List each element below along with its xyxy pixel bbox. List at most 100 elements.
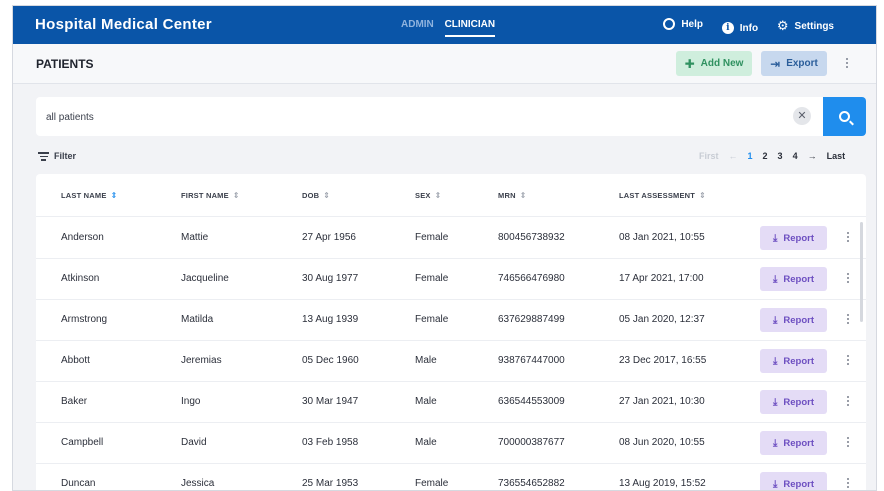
- last-name-cell: Duncan: [61, 478, 96, 489]
- mrn-cell: 800456738932: [498, 232, 565, 243]
- gear-icon: ⚙: [776, 18, 789, 33]
- app-title: Hospital Medical Center: [35, 16, 212, 33]
- page-title: PATIENTS: [36, 57, 94, 71]
- last-assessment-cell: 05 Jan 2020, 12:37: [619, 314, 705, 325]
- last-assessment-cell: 23 Dec 2017, 16:55: [619, 355, 707, 366]
- page-header: PATIENTS ✚ Add New ⇥ Export: [13, 44, 876, 84]
- last-assessment-cell: 08 Jun 2020, 10:55: [619, 437, 705, 448]
- page-last[interactable]: Last: [827, 151, 846, 161]
- dob-cell: 03 Feb 1958: [302, 437, 359, 448]
- mrn-cell: 636544553009: [498, 396, 565, 407]
- table-row[interactable]: Anderson Mattie 27 Apr 1956 Female 80045…: [36, 218, 866, 259]
- top-nav: Help i Info ⚙ Settings: [647, 18, 834, 34]
- report-button[interactable]: ⤓ Report: [760, 226, 827, 250]
- first-name-cell: Mattie: [181, 232, 209, 243]
- sex-cell: Female: [415, 478, 449, 489]
- report-button[interactable]: ⤓ Report: [760, 349, 827, 373]
- first-name-cell: Jessica: [181, 478, 215, 489]
- search-button[interactable]: [823, 97, 866, 136]
- clear-search-icon[interactable]: ✕: [793, 107, 811, 125]
- pagination: First ← 1 2 3 4 → Last: [699, 151, 845, 161]
- next-page-icon[interactable]: →: [808, 151, 817, 161]
- dob-cell: 30 Aug 1977: [302, 273, 359, 284]
- settings-link[interactable]: ⚙ Settings: [776, 18, 834, 33]
- sex-cell: Female: [415, 232, 449, 243]
- export-label: Export: [786, 58, 818, 69]
- dob-cell: 25 Mar 1953: [302, 478, 359, 489]
- globe-icon: [663, 18, 676, 30]
- last-name-cell: Armstrong: [61, 314, 108, 325]
- help-link[interactable]: Help: [663, 18, 703, 30]
- table-row[interactable]: Campbell David 03 Feb 1958 Male 70000038…: [36, 423, 866, 464]
- export-button[interactable]: ⇥ Export: [761, 51, 827, 76]
- last-assessment-cell: 13 Aug 2019, 15:52: [619, 478, 706, 489]
- page-3[interactable]: 3: [778, 151, 783, 161]
- sort-icon: ⇕: [323, 191, 331, 200]
- first-name-cell: Jeremias: [181, 355, 222, 366]
- col-first-name[interactable]: FIRST NAME ⇕: [181, 191, 240, 200]
- sex-cell: Male: [415, 437, 437, 448]
- page-4[interactable]: 4: [793, 151, 798, 161]
- report-button[interactable]: ⤓ Report: [760, 431, 827, 455]
- table-row[interactable]: Baker Ingo 30 Mar 1947 Male 636544553009…: [36, 382, 866, 423]
- download-icon: ⤓: [772, 273, 778, 285]
- sex-cell: Female: [415, 273, 449, 284]
- download-icon: ⤓: [772, 396, 778, 408]
- sex-cell: Female: [415, 314, 449, 325]
- download-icon: ⤓: [772, 232, 778, 244]
- last-assessment-cell: 27 Jan 2021, 10:30: [619, 396, 705, 407]
- first-name-cell: David: [181, 437, 207, 448]
- page-2[interactable]: 2: [763, 151, 768, 161]
- prev-page-icon[interactable]: ←: [729, 151, 738, 161]
- page-1[interactable]: 1: [748, 151, 753, 161]
- sort-icon: ⇕: [110, 191, 118, 200]
- search-bar: ✕: [36, 97, 866, 136]
- help-label: Help: [681, 18, 703, 30]
- table-row[interactable]: Duncan Jessica 25 Mar 1953 Female 736554…: [36, 464, 866, 490]
- col-sex[interactable]: SEX ⇕: [415, 191, 442, 200]
- table-row[interactable]: Atkinson Jacqueline 30 Aug 1977 Female 7…: [36, 259, 866, 300]
- tab-clinician[interactable]: CLINICIAN: [444, 19, 495, 37]
- last-assessment-cell: 17 Apr 2021, 17:00: [619, 273, 704, 284]
- row-more-icon[interactable]: [843, 231, 853, 243]
- table-header: LAST NAME ⇕ FIRST NAME ⇕ DOB ⇕ SEX ⇕ MRN ⇕ LA…: [36, 174, 866, 217]
- row-more-icon[interactable]: [843, 354, 853, 366]
- col-last-assessment[interactable]: LAST ASSESSMENT ⇕: [619, 191, 706, 200]
- app-window: Hospital Medical Center ADMIN CLINICIAN …: [12, 5, 877, 491]
- table-row[interactable]: Armstrong Matilda 13 Aug 1939 Female 637…: [36, 300, 866, 341]
- dob-cell: 13 Aug 1939: [302, 314, 359, 325]
- row-more-icon[interactable]: [843, 436, 853, 448]
- row-more-icon[interactable]: [843, 395, 853, 407]
- tab-admin[interactable]: ADMIN: [401, 19, 434, 30]
- search-input[interactable]: [46, 107, 746, 127]
- add-new-button[interactable]: ✚ Add New: [676, 51, 752, 76]
- report-button[interactable]: ⤓ Report: [760, 267, 827, 291]
- col-mrn[interactable]: MRN ⇕: [498, 191, 527, 200]
- plus-icon: ✚: [684, 56, 695, 71]
- first-name-cell: Matilda: [181, 314, 214, 325]
- report-button[interactable]: ⤓ Report: [760, 308, 827, 332]
- filter-button[interactable]: Filter: [38, 151, 76, 162]
- last-name-cell: Campbell: [61, 437, 104, 448]
- info-link[interactable]: i Info: [721, 22, 759, 34]
- row-more-icon[interactable]: [843, 272, 853, 284]
- table-row[interactable]: Abbott Jeremias 05 Dec 1960 Male 9387674…: [36, 341, 866, 382]
- last-name-cell: Baker: [61, 396, 88, 407]
- col-last-name[interactable]: LAST NAME ⇕: [61, 191, 117, 200]
- table-scrollbar[interactable]: [860, 222, 863, 322]
- report-button[interactable]: ⤓ Report: [760, 472, 827, 490]
- settings-label: Settings: [794, 20, 834, 32]
- report-button[interactable]: ⤓ Report: [760, 390, 827, 414]
- more-options-icon[interactable]: [842, 57, 852, 69]
- download-icon: ⤓: [772, 314, 778, 326]
- info-label: Info: [739, 22, 759, 34]
- download-icon: ⤓: [772, 355, 778, 367]
- first-name-cell: Ingo: [181, 396, 201, 407]
- dob-cell: 27 Apr 1956: [302, 232, 356, 243]
- last-name-cell: Abbott: [61, 355, 90, 366]
- col-dob[interactable]: DOB ⇕: [302, 191, 330, 200]
- row-more-icon[interactable]: [843, 313, 853, 325]
- sort-icon: ⇕: [699, 191, 706, 200]
- row-more-icon[interactable]: [843, 477, 853, 489]
- page-first[interactable]: First: [699, 151, 719, 161]
